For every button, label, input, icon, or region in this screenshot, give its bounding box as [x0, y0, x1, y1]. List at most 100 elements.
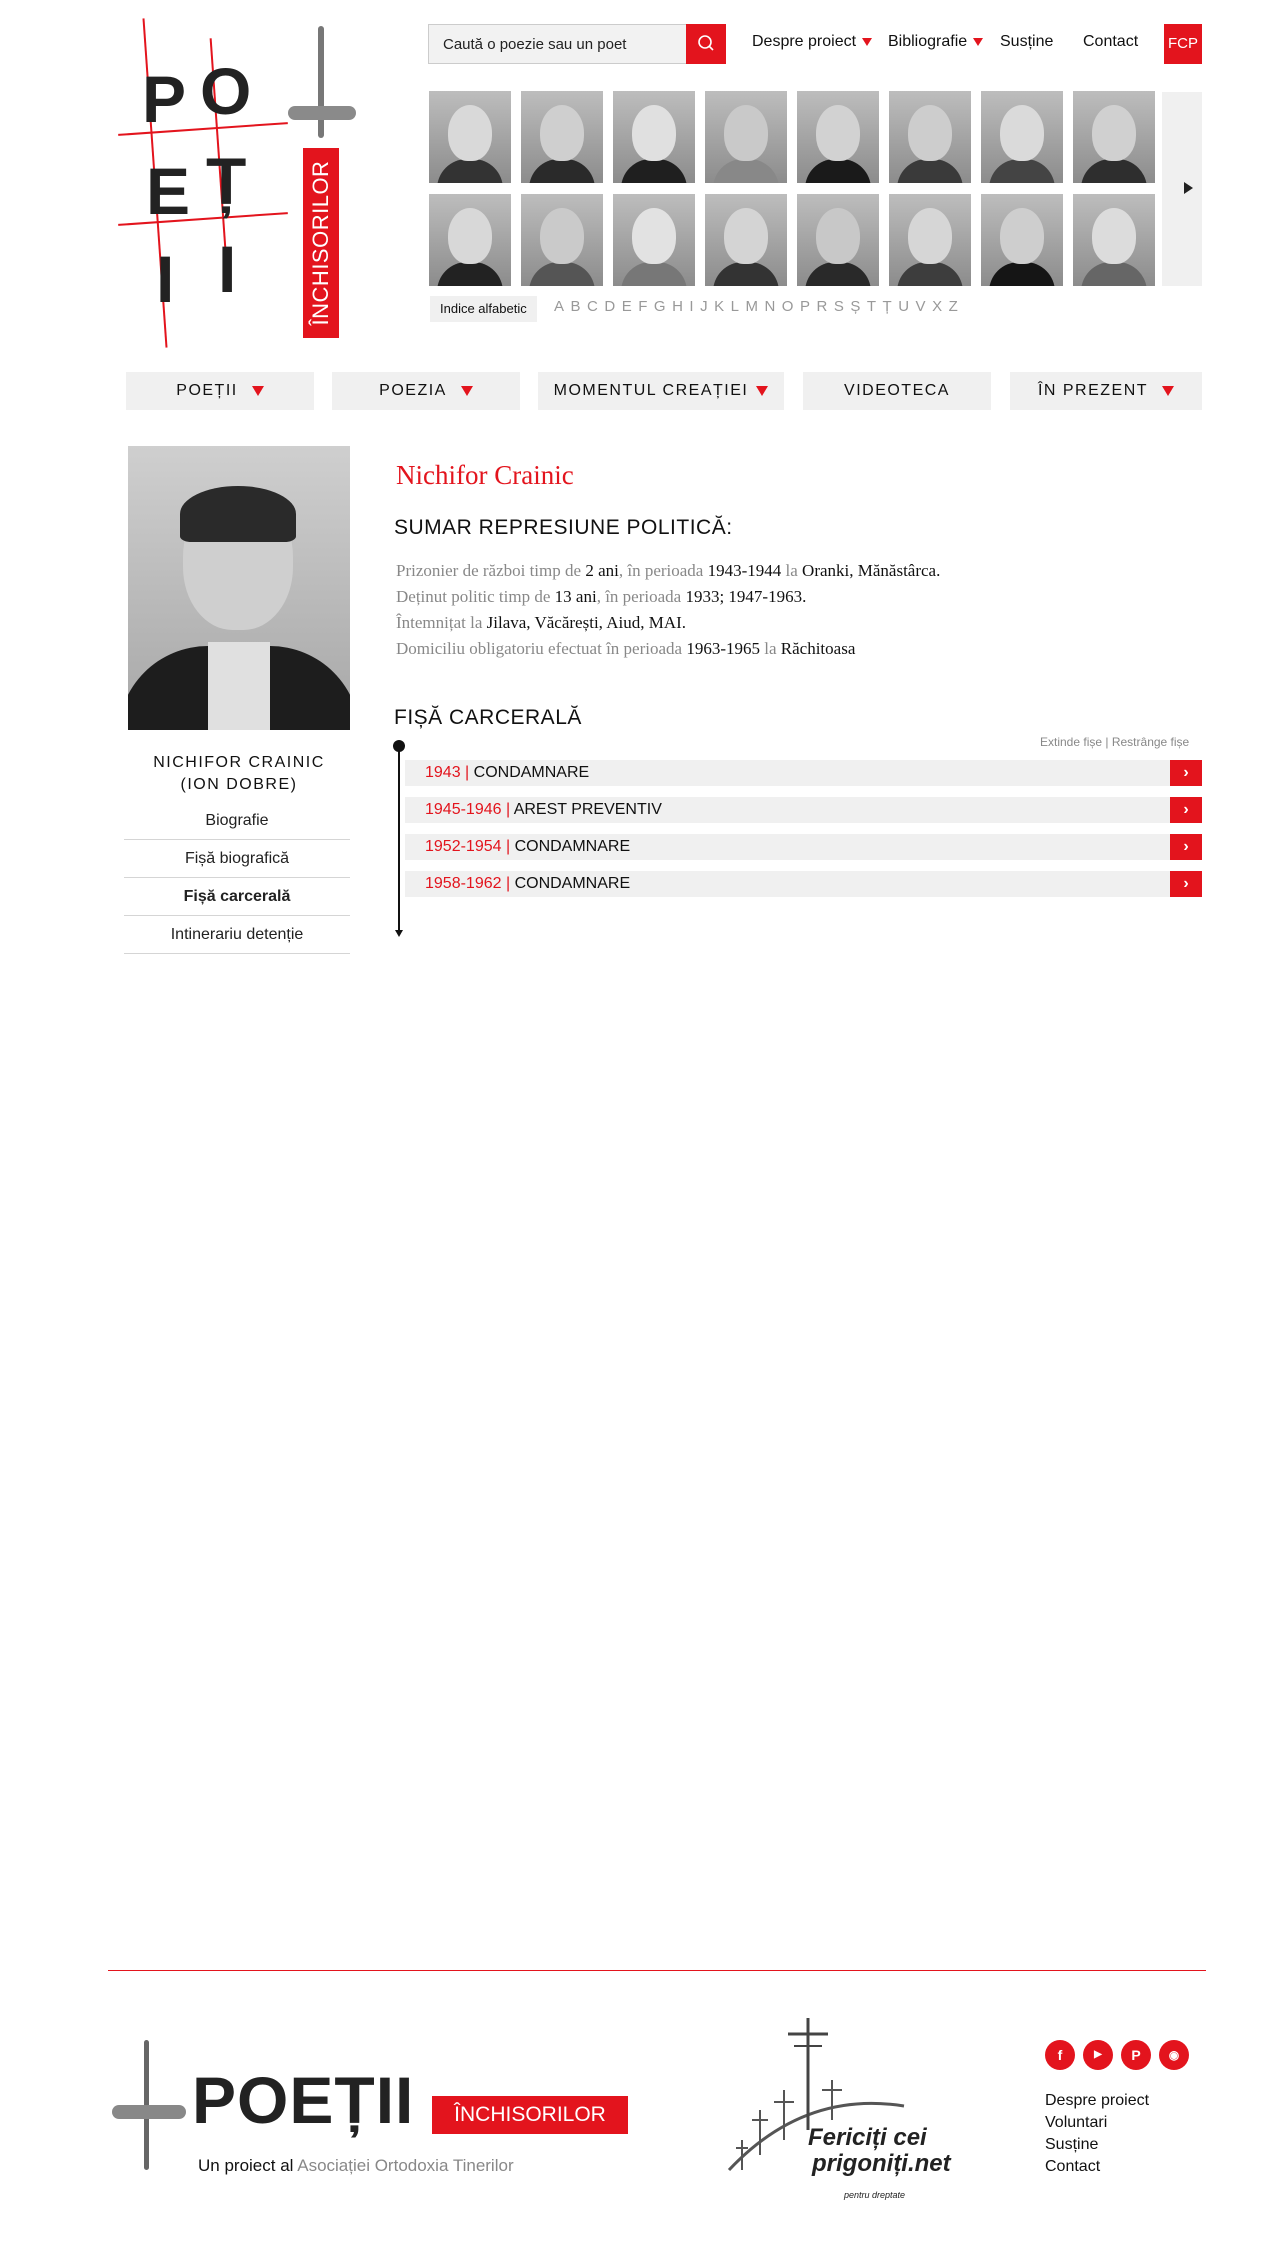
footer-link-sustine[interactable]: Susține	[1045, 2134, 1149, 2156]
poet-portrait-thumbnail[interactable]	[705, 91, 787, 183]
poet-portrait-thumbnail[interactable]	[1073, 91, 1155, 183]
mainnav-in-prezent[interactable]: ÎN PREZENT	[1010, 372, 1202, 410]
fisa-row[interactable]: 1945-1946 | AREST PREVENTIV ›	[405, 797, 1202, 823]
portrait-scroll-next[interactable]	[1162, 92, 1202, 286]
fisa-row[interactable]: 1952-1954 | CONDAMNARE ›	[405, 834, 1202, 860]
poet-portrait-thumbnail[interactable]	[429, 194, 511, 286]
poet-portrait-thumbnail[interactable]	[521, 194, 603, 286]
alphabet-letter-link[interactable]: I	[689, 298, 694, 315]
logo-letter: E	[146, 154, 191, 228]
footer-link-contact[interactable]: Contact	[1045, 2156, 1149, 2178]
fisa-row[interactable]: 1943 | CONDAMNARE ›	[405, 760, 1202, 786]
footer-link-voluntari[interactable]: Voluntari	[1045, 2112, 1149, 2134]
nav-contact[interactable]: Contact	[1083, 33, 1138, 51]
mainnav-momentul-creatiei[interactable]: MOMENTUL CREAȚIEI	[538, 372, 784, 410]
alphabet-letter-link[interactable]: B	[571, 298, 582, 315]
poet-portrait-thumbnail[interactable]	[981, 91, 1063, 183]
portrait-shape	[632, 208, 676, 264]
alphabet-letter-link[interactable]: G	[654, 298, 666, 315]
alphabet-letter-link[interactable]: M	[745, 298, 758, 315]
alphabet-letter-link[interactable]: R	[816, 298, 827, 315]
sidebar-item-itinerariu[interactable]: Intinerariu detenție	[124, 916, 350, 954]
alphabet-letter-link[interactable]: K	[714, 298, 725, 315]
collapse-all-link[interactable]: Restrânge fișe	[1112, 735, 1189, 749]
alphabet-letter-link[interactable]: U	[898, 298, 909, 315]
poet-portrait-thumbnail[interactable]	[981, 194, 1063, 286]
alphabet-letter-link[interactable]: J	[700, 298, 708, 315]
alphabet-letter-link[interactable]: T	[867, 298, 877, 315]
poet-photo	[128, 446, 350, 730]
alphabet-letter-link[interactable]: C	[587, 298, 598, 315]
youtube-icon[interactable]: ▶	[1083, 2040, 1113, 2070]
chevron-right-icon[interactable]: ›	[1170, 834, 1202, 860]
fisa-row-years: 1958-1962	[425, 875, 502, 892]
poet-portrait-thumbnail[interactable]	[613, 194, 695, 286]
fericiti-logo[interactable]: Fericiți cei prigoniți.net pentru drepta…	[724, 2010, 964, 2210]
footer-org-link[interactable]: Asociației Ortodoxia Tinerilor	[297, 2156, 513, 2175]
chevron-down-icon	[251, 385, 264, 396]
portrait-shape	[713, 262, 779, 286]
sidebar-item-fisa-carcerala[interactable]: Fișă carcerală	[124, 878, 350, 916]
alphabet-letter-link[interactable]: Z	[949, 298, 959, 315]
poet-portrait-thumbnail[interactable]	[521, 91, 603, 183]
alphabet-letter-link[interactable]: E	[622, 298, 633, 315]
mainnav-videoteca[interactable]: VIDEOTECA	[803, 372, 991, 410]
portrait-shape	[540, 105, 584, 161]
alphabet-letter-link[interactable]: L	[731, 298, 740, 315]
poet-portrait-thumbnail[interactable]	[797, 91, 879, 183]
fcp-button[interactable]: FCP	[1164, 24, 1202, 64]
chevron-right-icon[interactable]: ›	[1170, 797, 1202, 823]
facebook-icon[interactable]: f	[1045, 2040, 1075, 2070]
photo-shape	[208, 642, 270, 730]
poet-portrait-thumbnail[interactable]	[1073, 194, 1155, 286]
alphabet-letter-link[interactable]: F	[638, 298, 648, 315]
poet-portrait-thumbnail[interactable]	[889, 91, 971, 183]
mainnav-poetii[interactable]: POEȚII	[126, 372, 314, 410]
fisa-row-label: CONDAMNARE	[473, 764, 590, 781]
alphabet-letter-link[interactable]: H	[672, 298, 683, 315]
search-input[interactable]	[429, 25, 687, 63]
fisa-row[interactable]: 1958-1962 | CONDAMNARE ›	[405, 871, 1202, 897]
alphabet-letter-link[interactable]: X	[932, 298, 943, 315]
chevron-right-icon[interactable]: ›	[1170, 871, 1202, 897]
fericiti-logo-title: Fericiți cei	[808, 2124, 927, 2151]
rss-icon[interactable]: ◉	[1159, 2040, 1189, 2070]
chevron-right-icon[interactable]: ›	[1170, 760, 1202, 786]
portrait-shape	[1081, 262, 1147, 286]
summary-value: 1943-1944	[707, 561, 782, 580]
poet-portrait-thumbnail[interactable]	[889, 194, 971, 286]
alphabet-letter-link[interactable]: A	[554, 298, 565, 315]
paypal-icon[interactable]: P	[1121, 2040, 1151, 2070]
footer-credit-text: Un proiect al	[198, 2156, 298, 2175]
alphabet-letter-link[interactable]: S	[834, 298, 845, 315]
site-logo[interactable]: P O E Ț I I ÎNCHISORILOR	[118, 18, 368, 358]
sidebar-item-fisa-biografica[interactable]: Fișă biografică	[124, 840, 350, 878]
alphabet-letter-link[interactable]: P	[800, 298, 811, 315]
search-button[interactable]	[686, 24, 726, 64]
sidebar-item-biografie[interactable]: Biografie	[124, 802, 350, 840]
nav-despre-proiect[interactable]: Despre proiect	[752, 33, 873, 51]
mainnav-poezia[interactable]: POEZIA	[332, 372, 520, 410]
alphabet-letter-link[interactable]: Ț	[883, 298, 893, 315]
poet-portrait-thumbnail[interactable]	[797, 194, 879, 286]
footer-logo-text[interactable]: POEȚII	[192, 2062, 414, 2138]
logo-cross-icon	[288, 106, 356, 120]
footer-logo-banner[interactable]: ÎNCHISORILOR	[432, 2096, 628, 2134]
footer-link-despre[interactable]: Despre proiect	[1045, 2090, 1149, 2112]
nav-sustine[interactable]: Susține	[1000, 33, 1053, 51]
alphabet-letter-link[interactable]: D	[604, 298, 615, 315]
alphabet-letter-link[interactable]: V	[916, 298, 927, 315]
nav-bibliografie[interactable]: Bibliografie	[888, 33, 984, 51]
alphabet-letter-link[interactable]: O	[782, 298, 794, 315]
alphabet-letter-link[interactable]: Ș	[850, 298, 861, 315]
crosses-hill-icon	[727, 2018, 905, 2172]
page-title: Nichifor Crainic	[396, 460, 574, 490]
alphabet-letter-link[interactable]: N	[764, 298, 775, 315]
poet-portrait-thumbnail[interactable]	[705, 194, 787, 286]
mainnav-label: MOMENTUL CREAȚIEI	[553, 382, 749, 399]
poet-portrait-thumbnail[interactable]	[613, 91, 695, 183]
summary-text: Întemnițat la	[396, 613, 487, 632]
expand-all-link[interactable]: Extinde fișe	[1040, 735, 1102, 749]
alphabetical-index-label[interactable]: Indice alfabetic	[430, 296, 537, 322]
poet-portrait-thumbnail[interactable]	[429, 91, 511, 183]
